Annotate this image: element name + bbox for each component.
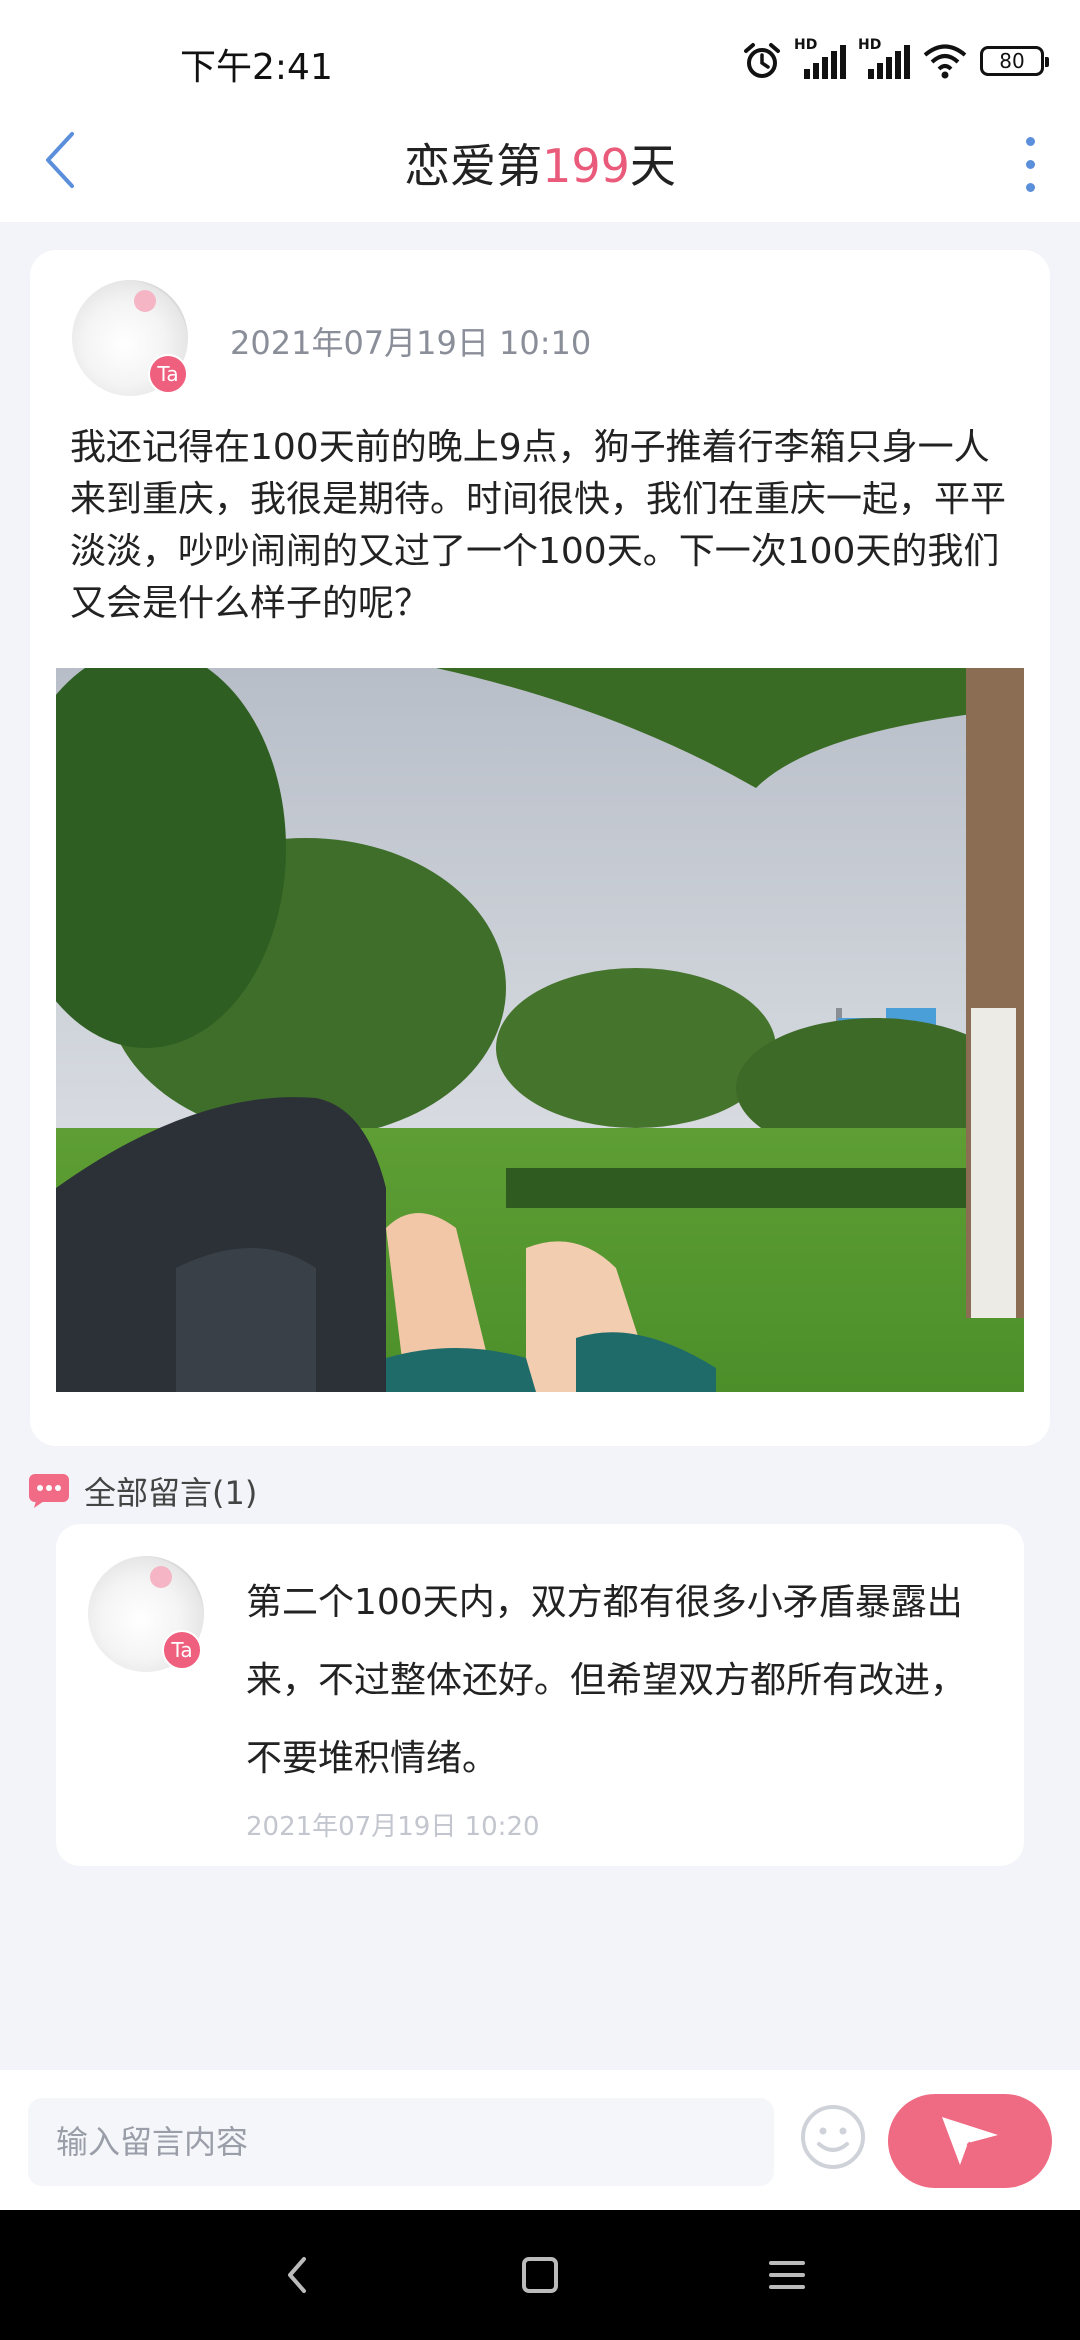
nav-home-button[interactable] bbox=[495, 2230, 585, 2320]
status-bar: 下午2:41 HD HD 80 bbox=[0, 0, 1080, 110]
nav-menu-button[interactable] bbox=[742, 2230, 832, 2320]
send-button[interactable] bbox=[888, 2094, 1052, 2188]
page-title: 恋爱第199天 bbox=[0, 130, 1080, 196]
more-dot bbox=[1025, 136, 1035, 146]
title-suffix: 天 bbox=[629, 139, 676, 193]
comments-label: 全部留言(1) bbox=[84, 1474, 258, 1512]
smiley-icon bbox=[801, 2105, 865, 2169]
app-header: 恋爱第199天 bbox=[0, 110, 1080, 222]
status-icons: HD HD 80 bbox=[742, 36, 1049, 86]
avatar[interactable]: Ta bbox=[72, 280, 188, 396]
title-prefix: 恋爱第 bbox=[404, 139, 543, 193]
system-nav-bar bbox=[0, 2210, 1080, 2340]
avatar[interactable]: Ta bbox=[88, 1556, 204, 1672]
alarm-icon bbox=[744, 43, 780, 78]
title-day-count: 199 bbox=[542, 139, 630, 193]
comment-bubble-icon bbox=[29, 1474, 69, 1508]
menu-lines-icon bbox=[769, 2261, 805, 2289]
back-triangle-icon bbox=[288, 2257, 306, 2293]
post-photo[interactable] bbox=[56, 668, 1024, 1392]
wifi-icon bbox=[923, 44, 967, 79]
post-card: Ta 2021年07月19日 10:10 我还记得在100天前的晚上9点，狗子推… bbox=[30, 250, 1050, 1446]
battery-icon: 80 bbox=[980, 46, 1049, 76]
more-dot bbox=[1025, 159, 1035, 169]
status-time: 下午2:41 bbox=[180, 47, 333, 88]
hd-signal-icon: HD bbox=[794, 37, 846, 81]
avatar-ear bbox=[134, 290, 156, 312]
avatar-badge: Ta bbox=[148, 354, 188, 394]
post-date: 2021年07月19日 10:10 bbox=[230, 324, 592, 362]
comment-date: 2021年07月19日 10:20 bbox=[246, 1812, 540, 1842]
comment-card: Ta 第二个100天内，双方都有很多小矛盾暴露出来，不过整体还好。但希望双方都所… bbox=[56, 1524, 1024, 1866]
photo-image bbox=[56, 668, 1024, 1392]
hd-signal-icon: HD bbox=[858, 37, 910, 81]
more-options-button[interactable] bbox=[1000, 124, 1060, 204]
nav-back-button[interactable] bbox=[252, 2230, 342, 2320]
comments-header: 全部留言(1) bbox=[28, 1468, 257, 1514]
message-input-bar bbox=[0, 2070, 1080, 2210]
send-icon bbox=[942, 2117, 998, 2165]
post-text: 我还记得在100天前的晚上9点，狗子推着行李箱只身一人来到重庆，我很是期待。时间… bbox=[70, 427, 1007, 624]
avatar-badge: Ta bbox=[162, 1630, 202, 1670]
comment-text: 第二个100天内，双方都有很多小矛盾暴露出来，不过整体还好。但希望双方都所有改进… bbox=[246, 1582, 967, 1779]
message-input[interactable] bbox=[28, 2098, 774, 2186]
avatar-ear bbox=[150, 1566, 172, 1588]
emoji-button[interactable] bbox=[798, 2102, 868, 2172]
more-dot bbox=[1025, 182, 1035, 192]
home-square-icon bbox=[522, 2257, 558, 2293]
